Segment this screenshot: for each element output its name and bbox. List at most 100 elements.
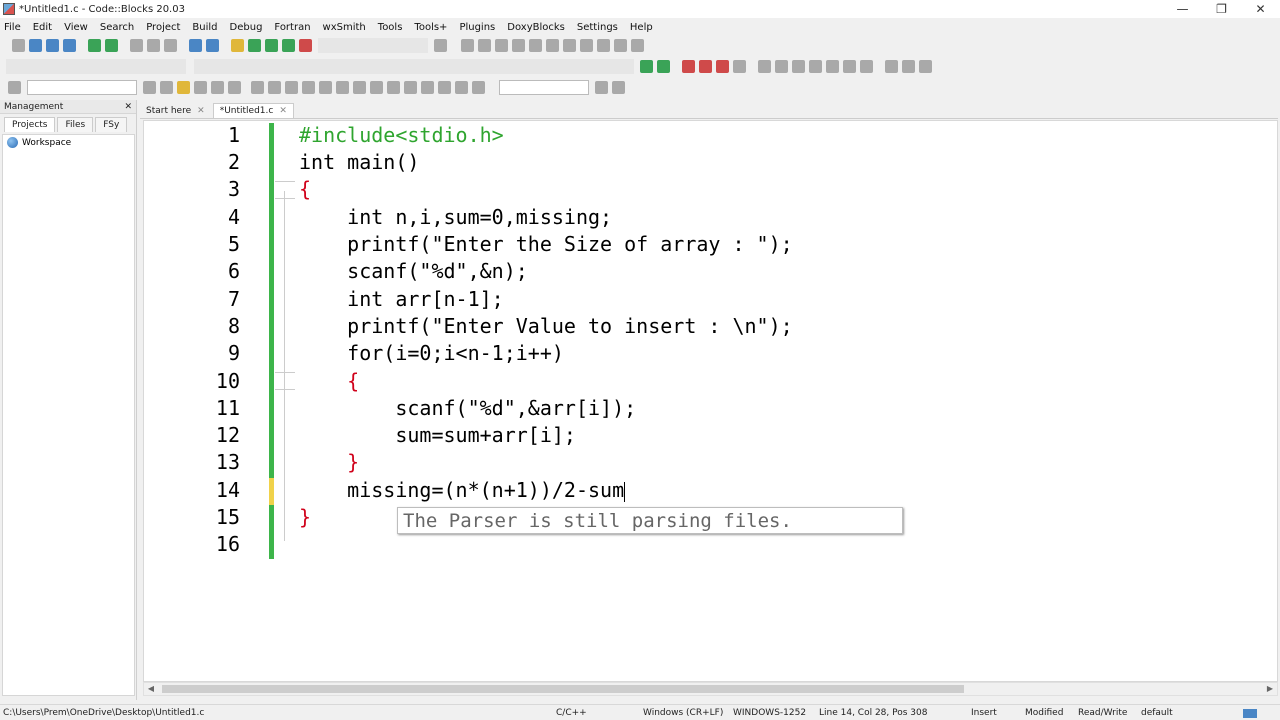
scroll-right-icon[interactable]: ▶: [1263, 683, 1277, 695]
case-icon[interactable]: [353, 81, 366, 94]
line-comment-icon[interactable]: [809, 60, 822, 73]
jump-back-icon[interactable]: [640, 60, 653, 73]
menu-project[interactable]: Project: [146, 22, 180, 33]
paste-icon[interactable]: [164, 39, 177, 52]
case-alt-icon[interactable]: [370, 81, 383, 94]
menu-tools-plus[interactable]: Tools+: [414, 22, 447, 33]
text-format-icon[interactable]: [211, 81, 224, 94]
fold-marker[interactable]: [275, 181, 295, 199]
jump-forward-icon[interactable]: [657, 60, 670, 73]
c-icon[interactable]: [472, 81, 485, 94]
search-settings-icon[interactable]: [612, 81, 625, 94]
function-select[interactable]: [194, 59, 634, 74]
save-icon[interactable]: [46, 39, 59, 52]
debug-continue-icon[interactable]: [461, 39, 474, 52]
minimize-button[interactable]: —: [1163, 0, 1202, 18]
select-text-icon[interactable]: [194, 81, 207, 94]
run-html-icon[interactable]: [826, 60, 839, 73]
replace-icon[interactable]: [206, 39, 219, 52]
tab-start-here[interactable]: Start here ✕: [140, 104, 211, 118]
menu-settings[interactable]: Settings: [577, 22, 618, 33]
tab-files[interactable]: Files: [57, 117, 94, 132]
menu-doxyblocks[interactable]: DoxyBlocks: [507, 22, 565, 33]
menu-tools[interactable]: Tools: [378, 22, 403, 33]
build-and-run-icon[interactable]: [265, 39, 278, 52]
pointer-icon[interactable]: [251, 81, 264, 94]
target-settings-icon[interactable]: [434, 39, 447, 52]
zoom-out-icon[interactable]: [438, 81, 451, 94]
search-field[interactable]: [499, 80, 589, 95]
next-bookmark-icon[interactable]: [716, 60, 729, 73]
prev-bookmark-icon[interactable]: [699, 60, 712, 73]
next-line-icon[interactable]: [495, 39, 508, 52]
arrow-left-icon[interactable]: [143, 81, 156, 94]
menu-help[interactable]: Help: [630, 22, 653, 33]
decision-alt-icon[interactable]: [302, 81, 315, 94]
run-chm-icon[interactable]: [843, 60, 856, 73]
code-completion-icon[interactable]: [8, 81, 21, 94]
block-icon[interactable]: [268, 81, 281, 94]
menu-search[interactable]: Search: [100, 22, 134, 33]
loop-alt-icon[interactable]: [336, 81, 349, 94]
debug-info-icon[interactable]: [631, 39, 644, 52]
clear-bookmarks-icon[interactable]: [733, 60, 746, 73]
menu-fortran[interactable]: Fortran: [274, 22, 310, 33]
new-file-icon[interactable]: [12, 39, 25, 52]
copy-icon[interactable]: [147, 39, 160, 52]
nav-back-icon[interactable]: [885, 60, 898, 73]
find-icon[interactable]: [189, 39, 202, 52]
fold-marker[interactable]: [275, 372, 295, 390]
nav-forward-icon[interactable]: [919, 60, 932, 73]
step-into-icon[interactable]: [512, 39, 525, 52]
cut-icon[interactable]: [130, 39, 143, 52]
doxy-extract-icon[interactable]: [775, 60, 788, 73]
doxy-config-icon[interactable]: [860, 60, 873, 73]
undo-icon[interactable]: [88, 39, 101, 52]
zoom-in-icon[interactable]: [421, 81, 434, 94]
code-editor[interactable]: 1 2 3 4 5 6 7 8 9 10 11 12 13 14 15 16 #…: [143, 120, 1278, 682]
step-into-instruction-icon[interactable]: [563, 39, 576, 52]
menu-edit[interactable]: Edit: [33, 22, 52, 33]
break-debugger-icon[interactable]: [580, 39, 593, 52]
open-file-icon[interactable]: [29, 39, 42, 52]
decision-icon[interactable]: [285, 81, 298, 94]
stop-debugger-icon[interactable]: [597, 39, 610, 52]
scroll-left-icon[interactable]: ◀: [144, 683, 158, 695]
build-target-select[interactable]: [318, 38, 428, 53]
menu-plugins[interactable]: Plugins: [459, 22, 495, 33]
arrow-right-icon[interactable]: [160, 81, 173, 94]
block-comment-icon[interactable]: [792, 60, 805, 73]
doxy-wizard-icon[interactable]: [758, 60, 771, 73]
abort-icon[interactable]: [299, 39, 312, 52]
nav-record-icon[interactable]: [902, 60, 915, 73]
tab-untitled1[interactable]: *Untitled1.c ✕: [212, 103, 294, 118]
continue-icon[interactable]: [404, 81, 417, 94]
step-out-icon[interactable]: [529, 39, 542, 52]
workspace-node[interactable]: Workspace: [3, 135, 134, 150]
redo-icon[interactable]: [105, 39, 118, 52]
highlight-icon[interactable]: [177, 81, 190, 94]
scope-select[interactable]: [27, 80, 137, 95]
menu-debug[interactable]: Debug: [230, 22, 263, 33]
run-to-cursor-icon[interactable]: [478, 39, 491, 52]
next-instruction-icon[interactable]: [546, 39, 559, 52]
close-button[interactable]: ✕: [1241, 0, 1280, 18]
menu-build[interactable]: Build: [192, 22, 217, 33]
management-close-button[interactable]: ✕: [124, 102, 132, 112]
compiler-select[interactable]: [6, 59, 186, 74]
maximize-button[interactable]: ❐: [1202, 0, 1241, 18]
horizontal-scrollbar[interactable]: ◀ ▶: [143, 682, 1278, 696]
build-gear-icon[interactable]: [231, 39, 244, 52]
tab-fsymbols[interactable]: FSy: [95, 117, 128, 132]
tab-projects[interactable]: Projects: [4, 117, 56, 132]
loop-icon[interactable]: [319, 81, 332, 94]
menu-wxsmith[interactable]: wxSmith: [323, 22, 366, 33]
regex-icon[interactable]: [228, 81, 241, 94]
break-icon[interactable]: [387, 81, 400, 94]
close-icon[interactable]: ✕: [197, 106, 205, 116]
search-options-icon[interactable]: [595, 81, 608, 94]
run-icon[interactable]: [248, 39, 261, 52]
close-icon[interactable]: ✕: [279, 106, 287, 116]
debug-windows-icon[interactable]: [614, 39, 627, 52]
menu-file[interactable]: File: [4, 22, 21, 33]
